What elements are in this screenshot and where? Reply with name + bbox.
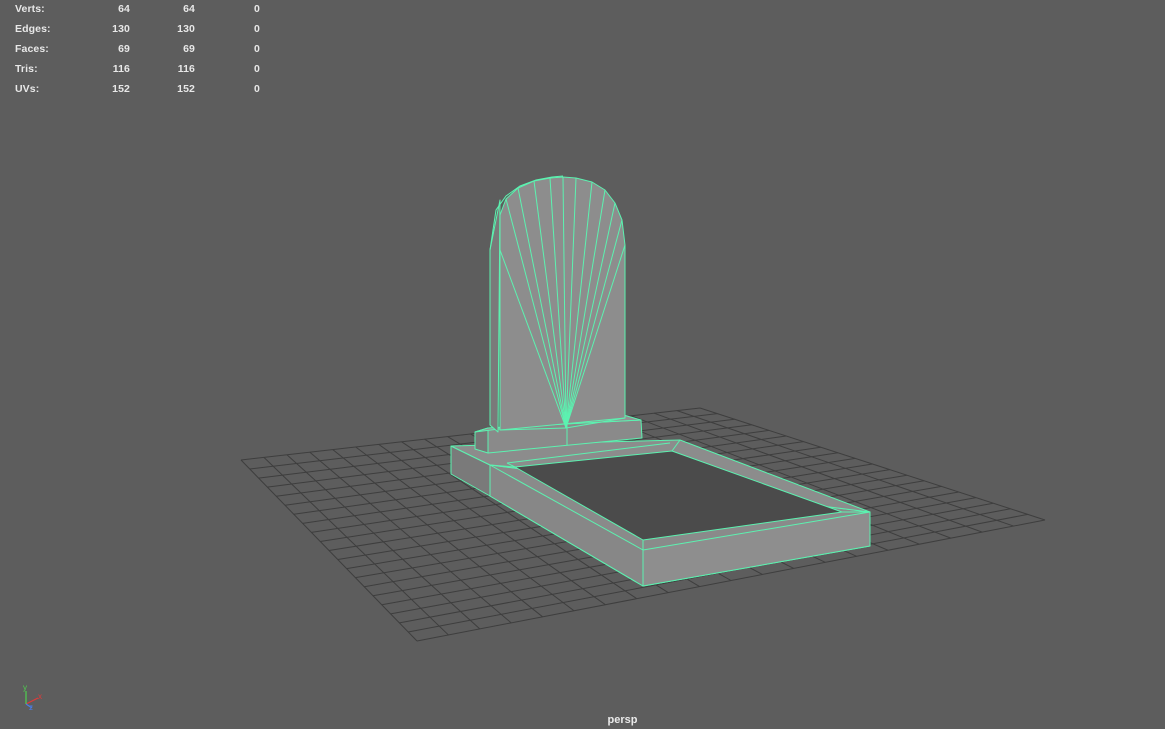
z-axis-label: z [29,703,33,712]
hud-value-selected: 64 [183,3,195,15]
x-axis-label: x [38,692,42,701]
hud-label: UVs: [15,83,40,95]
hud-value-object: 64 [118,3,130,15]
headstone-side [489,199,501,433]
axis-gizmo-icon: x y z [18,682,48,712]
gravestone-mesh[interactable] [450,175,871,587]
hud-value-component: 0 [254,43,260,55]
y-axis-label: y [23,683,27,692]
hud-value-component: 0 [254,63,260,75]
hud-label: Faces: [15,43,49,55]
hud-label: Tris: [15,63,38,75]
hud-value-selected: 69 [183,43,195,55]
hud-value-selected: 130 [177,23,195,35]
hud-value-component: 0 [254,83,260,95]
hud-value-object: 116 [112,63,130,75]
hud-value-selected: 152 [177,83,195,95]
viewport-persp[interactable]: Verts: 64 64 0 Edges: 130 130 0 Faces: 6… [0,0,1165,729]
hud-label: Verts: [15,3,45,15]
scene-canvas[interactable] [0,0,1165,729]
hud-value-selected: 116 [177,63,195,75]
hud-value-object: 130 [112,23,130,35]
hud-value-component: 0 [254,23,260,35]
hud-value-object: 152 [112,83,130,95]
hud-label: Edges: [15,23,51,35]
camera-name-label: persp [607,714,638,726]
hud-value-component: 0 [254,3,260,15]
hud-value-object: 69 [118,43,130,55]
